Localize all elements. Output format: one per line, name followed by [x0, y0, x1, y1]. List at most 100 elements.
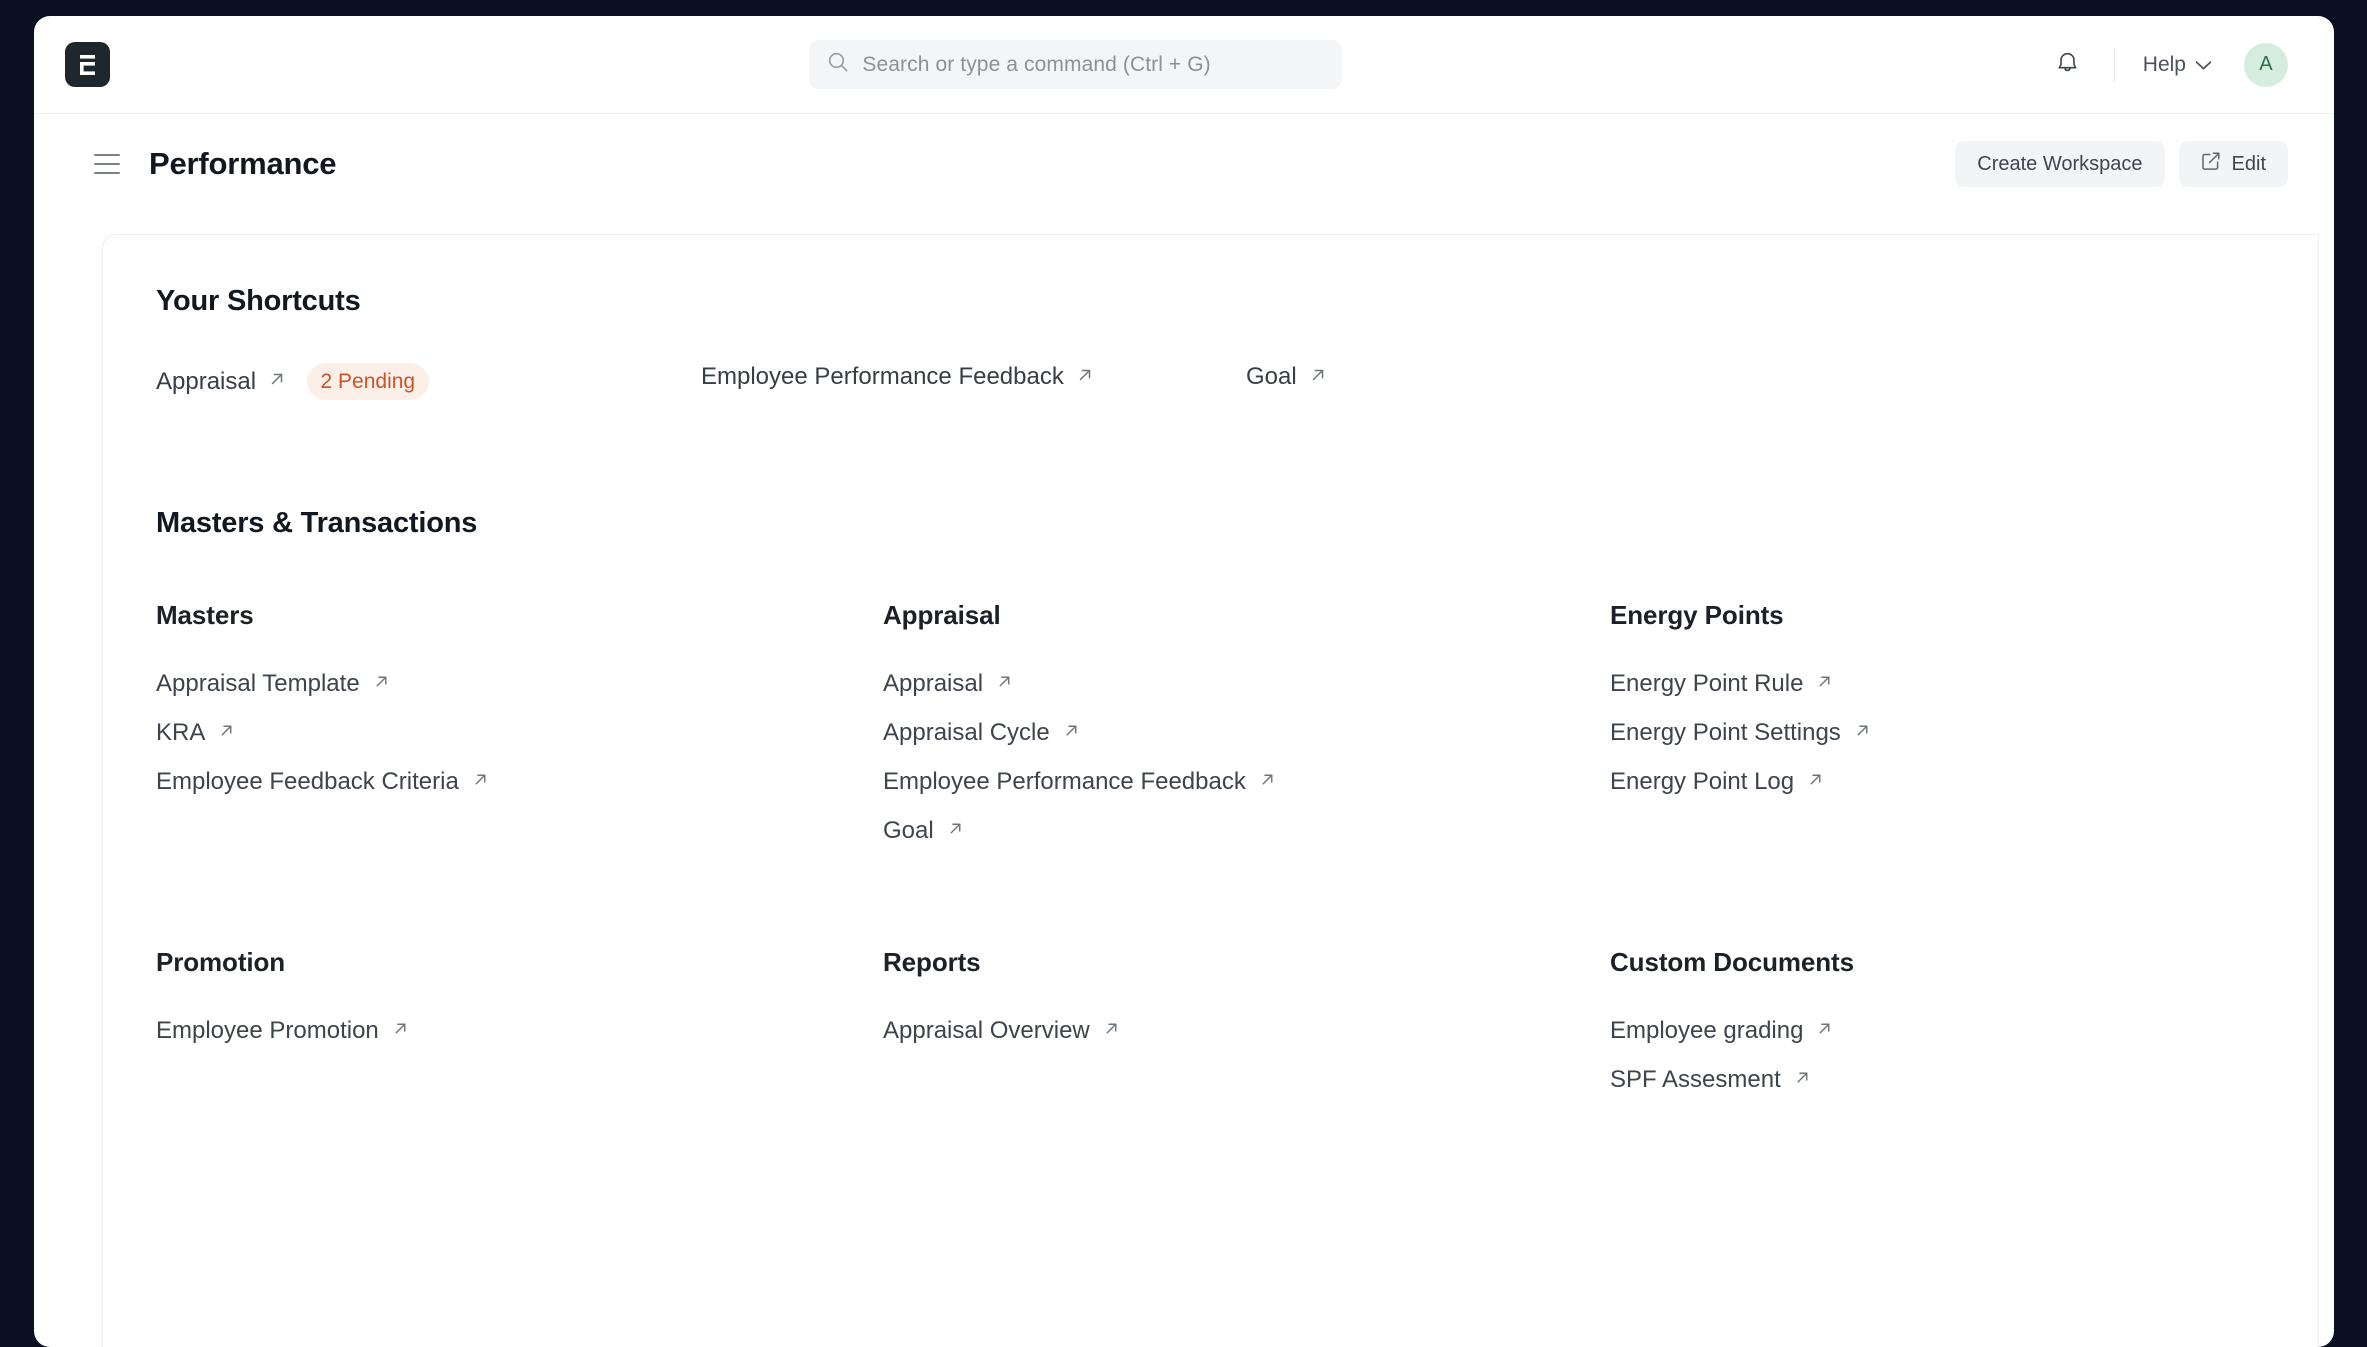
page-title: Performance — [149, 146, 336, 182]
shortcuts-row: Appraisal 2 Pending Emp — [156, 363, 2318, 400]
chevron-down-icon — [2195, 53, 2212, 77]
card-grid-row-2: Promotion Employee Promotion — [156, 947, 2318, 1094]
card-link-energy-point-rule[interactable]: Energy Point Rule — [1610, 670, 1833, 698]
card-appraisal: Appraisal Appraisal — [883, 600, 1610, 845]
card-link-appraisal-cycle[interactable]: Appraisal Cycle — [883, 719, 1080, 747]
arrow-up-right-icon — [996, 673, 1013, 695]
create-workspace-button[interactable]: Create Workspace — [1955, 141, 2164, 187]
card-heading: Energy Points — [1610, 600, 1871, 631]
card-link-appraisal[interactable]: Appraisal — [883, 670, 1013, 698]
card-link-appraisal-template[interactable]: Appraisal Template — [156, 670, 390, 698]
arrow-up-right-icon — [1063, 722, 1080, 744]
card-link-label: Appraisal Template — [156, 670, 360, 698]
navbar-right-actions: Help A — [2042, 39, 2288, 91]
status-badge: 2 Pending — [307, 363, 430, 400]
arrow-up-right-icon — [1076, 366, 1094, 389]
shortcut-label: Goal — [1246, 363, 1297, 391]
card-link-list: Appraisal Template KRA — [156, 670, 883, 796]
arrow-up-right-icon — [1309, 366, 1327, 389]
card-link-label: Energy Point Settings — [1610, 719, 1841, 747]
arrow-up-right-icon — [218, 722, 235, 744]
card-link-list: Appraisal Appraisal Cycle — [883, 670, 1610, 845]
card-link-label: Appraisal Cycle — [883, 719, 1050, 747]
card-link-goal[interactable]: Goal — [883, 817, 964, 845]
card-link-list: Appraisal Overview — [883, 1017, 1610, 1045]
notifications-button[interactable] — [2042, 39, 2094, 91]
card-link-label: Employee Feedback Criteria — [156, 768, 459, 796]
card-grid-row-1: Masters Appraisal Template — [156, 600, 2318, 845]
card-link-label: Appraisal Overview — [883, 1017, 1090, 1045]
shortcut-label: Appraisal — [156, 368, 256, 396]
edit-button[interactable]: Edit — [2179, 141, 2288, 187]
avatar[interactable]: A — [2244, 43, 2288, 87]
arrow-up-right-icon — [1259, 771, 1276, 793]
card-link-employee-promotion[interactable]: Employee Promotion — [156, 1017, 409, 1045]
search-input[interactable]: Search or type a command (Ctrl + G) — [809, 40, 1342, 89]
shortcut-link-goal[interactable]: Goal — [1246, 363, 1327, 391]
arrow-up-right-icon — [1816, 673, 1833, 695]
search-icon — [827, 51, 849, 78]
card-link-label: Appraisal — [883, 670, 983, 698]
arrow-up-right-icon — [1794, 1069, 1811, 1091]
card-link-appraisal-overview[interactable]: Appraisal Overview — [883, 1017, 1120, 1045]
help-menu-button[interactable]: Help — [2135, 47, 2220, 83]
hamburger-menu-icon[interactable] — [94, 151, 124, 177]
app-window: Search or type a command (Ctrl + G) Help — [34, 16, 2334, 1347]
bell-icon — [2055, 49, 2080, 80]
status-badge-label: 2 Pending — [321, 370, 416, 394]
card-link-list: Employee grading SPF Assesment — [1610, 1017, 1854, 1094]
create-workspace-label: Create Workspace — [1977, 153, 2142, 176]
card-link-kra[interactable]: KRA — [156, 719, 235, 747]
top-navbar: Search or type a command (Ctrl + G) Help — [34, 16, 2334, 114]
card-link-list: Employee Promotion — [156, 1017, 883, 1045]
shortcut-slot: Goal — [1246, 363, 1327, 400]
shortcut-slot: Appraisal 2 Pending — [156, 363, 701, 400]
navbar-center: Search or type a command (Ctrl + G) — [110, 40, 2042, 89]
card-link-spf-assesment[interactable]: SPF Assesment — [1610, 1066, 1811, 1094]
card-link-label: Employee Performance Feedback — [883, 768, 1246, 796]
card-link-list: Energy Point Rule Energy Point Settings — [1610, 670, 1871, 796]
avatar-initial: A — [2259, 53, 2273, 76]
card-link-energy-point-log[interactable]: Energy Point Log — [1610, 768, 1824, 796]
help-label: Help — [2143, 53, 2186, 77]
edit-square-icon — [2201, 151, 2221, 177]
page-header-actions: Create Workspace Edit — [1955, 141, 2288, 187]
card-link-energy-point-settings[interactable]: Energy Point Settings — [1610, 719, 1871, 747]
card-masters: Masters Appraisal Template — [156, 600, 883, 845]
erpnext-logo-icon[interactable] — [65, 42, 110, 87]
card-link-employee-grading[interactable]: Employee grading — [1610, 1017, 1833, 1045]
card-heading: Masters — [156, 600, 883, 631]
card-link-label: Employee Promotion — [156, 1017, 379, 1045]
card-link-label: Employee grading — [1610, 1017, 1803, 1045]
card-energy-points: Energy Points Energy Point Rule — [1610, 600, 1871, 845]
card-custom-documents: Custom Documents Employee grading — [1610, 947, 1854, 1094]
arrow-up-right-icon — [947, 820, 964, 842]
arrow-up-right-icon — [1854, 722, 1871, 744]
card-heading: Promotion — [156, 947, 883, 978]
edit-label: Edit — [2232, 153, 2266, 176]
card-promotion: Promotion Employee Promotion — [156, 947, 883, 1094]
arrow-up-right-icon — [1816, 1020, 1833, 1042]
shortcuts-section-title: Your Shortcuts — [156, 285, 2318, 318]
card-heading: Appraisal — [883, 600, 1610, 631]
card-heading: Custom Documents — [1610, 947, 1854, 978]
card-reports: Reports Appraisal Overview — [883, 947, 1610, 1094]
arrow-up-right-icon — [268, 370, 286, 393]
shortcut-link-appraisal[interactable]: Appraisal — [156, 368, 286, 396]
arrow-up-right-icon — [1807, 771, 1824, 793]
card-link-label: Energy Point Log — [1610, 768, 1794, 796]
card-link-label: Energy Point Rule — [1610, 670, 1803, 698]
card-link-label: SPF Assesment — [1610, 1066, 1781, 1094]
arrow-up-right-icon — [472, 771, 489, 793]
shortcut-label: Employee Performance Feedback — [701, 363, 1064, 391]
navbar-divider — [2114, 48, 2115, 82]
card-link-employee-feedback-criteria[interactable]: Employee Feedback Criteria — [156, 768, 489, 796]
search-placeholder: Search or type a command (Ctrl + G) — [862, 53, 1210, 77]
arrow-up-right-icon — [373, 673, 390, 695]
card-link-employee-performance-feedback[interactable]: Employee Performance Feedback — [883, 768, 1276, 796]
card-link-label: KRA — [156, 719, 205, 747]
card-heading: Reports — [883, 947, 1610, 978]
shortcut-link-employee-performance-feedback[interactable]: Employee Performance Feedback — [701, 363, 1094, 391]
arrow-up-right-icon — [392, 1020, 409, 1042]
card-link-label: Goal — [883, 817, 934, 845]
